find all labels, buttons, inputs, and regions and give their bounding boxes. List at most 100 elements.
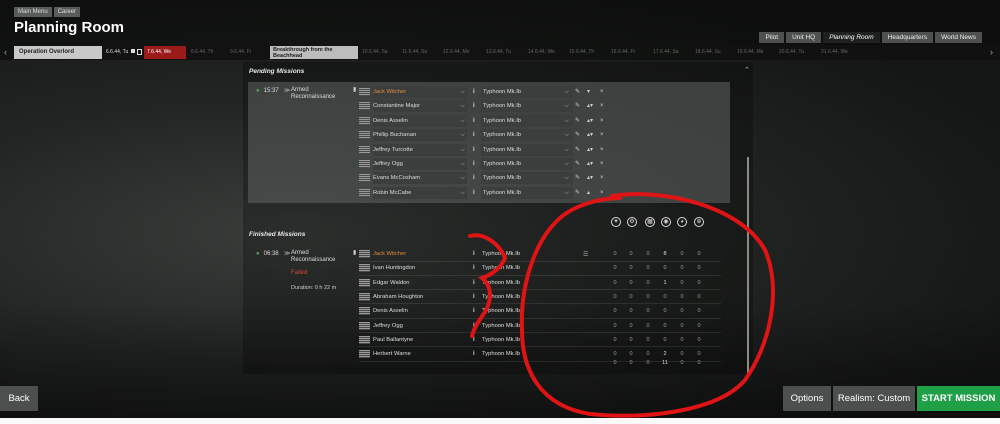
bookmark-icon[interactable]: ▮ bbox=[353, 86, 356, 93]
scroll-up-icon[interactable]: ⌃ bbox=[744, 66, 750, 74]
reorder-icon[interactable]: ▴▾ bbox=[587, 172, 593, 184]
close-icon[interactable]: × bbox=[600, 144, 604, 156]
timeline-date[interactable]: 8.6.44, Th bbox=[191, 45, 213, 60]
close-icon[interactable]: × bbox=[600, 187, 604, 199]
info-icon[interactable]: i bbox=[473, 320, 475, 332]
close-icon[interactable]: × bbox=[600, 172, 604, 184]
bookmark-icon[interactable]: ▮ bbox=[353, 249, 356, 256]
plane-select[interactable]: Typhoon Mk.Ib bbox=[481, 86, 573, 98]
edit-icon[interactable]: ✎ bbox=[575, 187, 580, 199]
info-icon[interactable]: i bbox=[473, 248, 475, 260]
chevron-down-icon[interactable]: ⌵ bbox=[562, 172, 571, 184]
tab-planning-room[interactable]: Planning Room bbox=[823, 32, 880, 43]
plane-select[interactable]: Typhoon Mk.Ib bbox=[481, 143, 573, 156]
pilot-name-select[interactable]: Phillip Buchanan bbox=[373, 129, 467, 142]
scrollbar-thumb[interactable] bbox=[747, 157, 749, 373]
edit-icon[interactable]: ✎ bbox=[575, 158, 580, 170]
start-mission-button[interactable]: START MISSION bbox=[917, 386, 1000, 411]
timeline-date[interactable]: 18.6.44, Su bbox=[695, 45, 721, 60]
pilot-name-select[interactable]: Robin McCabe bbox=[373, 186, 467, 199]
timeline-date[interactable]: 21.6.44, We bbox=[821, 45, 848, 60]
info-icon[interactable]: i bbox=[473, 277, 475, 289]
info-icon[interactable]: i bbox=[473, 172, 475, 184]
chevron-down-icon[interactable]: ⌵ bbox=[562, 158, 571, 170]
timeline-date[interactable]: 17.6.44, Sa bbox=[653, 45, 679, 60]
info-icon[interactable]: i bbox=[473, 158, 475, 170]
edit-icon[interactable]: ✎ bbox=[575, 129, 580, 141]
chevron-down-icon[interactable]: ⌵ bbox=[458, 100, 467, 112]
info-icon[interactable]: i bbox=[473, 187, 475, 199]
tab-pilot[interactable]: Pilot bbox=[759, 32, 785, 43]
info-icon[interactable]: i bbox=[473, 291, 475, 303]
close-icon[interactable]: × bbox=[600, 100, 604, 112]
timeline-date[interactable]: 10.6.44, Sa bbox=[362, 45, 388, 60]
reorder-icon[interactable]: ▴ bbox=[587, 187, 590, 199]
chevron-down-icon[interactable]: ⌵ bbox=[458, 172, 467, 184]
chevron-down-icon[interactable]: ⌵ bbox=[562, 144, 571, 156]
timeline-right-arrow-icon[interactable]: › bbox=[990, 47, 993, 57]
pilot-name-select[interactable]: Jeffrey Turcotte bbox=[373, 143, 467, 156]
info-icon[interactable]: i bbox=[473, 129, 475, 141]
timeline-date[interactable]: 9.6.44, Fr bbox=[230, 45, 251, 60]
reorder-icon[interactable]: ▾ bbox=[587, 86, 590, 98]
timeline-operation-breakthrough[interactable]: Breakthrough from the Beachhead bbox=[270, 46, 358, 59]
edit-icon[interactable]: ✎ bbox=[575, 144, 580, 156]
edit-icon[interactable]: ✎ bbox=[575, 115, 580, 127]
tab-headquarters[interactable]: Headquarters bbox=[881, 32, 934, 43]
plane-select[interactable]: Typhoon Mk.Ib bbox=[481, 172, 573, 185]
tab-world-news[interactable]: World News bbox=[935, 32, 982, 43]
reorder-icon[interactable]: ▴▾ bbox=[587, 115, 593, 127]
close-icon[interactable]: × bbox=[600, 129, 604, 141]
timeline-left-arrow-icon[interactable]: ‹ bbox=[4, 47, 7, 57]
chevron-down-icon[interactable]: ⌵ bbox=[458, 158, 467, 170]
reorder-icon[interactable]: ▴▾ bbox=[587, 129, 593, 141]
realism-button[interactable]: Realism: Custom bbox=[833, 386, 915, 411]
tab-unit-hq[interactable]: Unit HQ bbox=[786, 32, 822, 43]
timeline-operation-overlord[interactable]: Operation Overlord bbox=[14, 46, 102, 59]
timeline-date[interactable]: 6.6.44, Tu bbox=[106, 45, 128, 60]
timeline-date-current[interactable]: 7.6.44, We bbox=[144, 46, 186, 59]
chevron-down-icon[interactable]: ⌵ bbox=[562, 187, 571, 199]
close-icon[interactable]: × bbox=[600, 158, 604, 170]
chevron-down-icon[interactable]: ⌵ bbox=[458, 129, 467, 141]
info-icon[interactable]: i bbox=[473, 305, 475, 317]
reorder-icon[interactable]: ▴▾ bbox=[587, 100, 593, 112]
info-icon[interactable]: i bbox=[473, 86, 475, 98]
chevron-down-icon[interactable]: ⌵ bbox=[458, 115, 467, 127]
info-icon[interactable]: i bbox=[473, 115, 475, 127]
chevron-down-icon[interactable]: ⌵ bbox=[562, 86, 571, 98]
close-icon[interactable]: × bbox=[600, 115, 604, 127]
chevron-down-icon[interactable]: ⌵ bbox=[458, 187, 467, 199]
info-icon[interactable]: i bbox=[473, 262, 475, 274]
pilot-name-select[interactable]: Denis Asselin bbox=[373, 114, 467, 127]
close-icon[interactable]: × bbox=[600, 86, 604, 98]
edit-icon[interactable]: ✎ bbox=[575, 172, 580, 184]
info-icon[interactable]: i bbox=[473, 100, 475, 112]
timeline-date[interactable]: 16.6.44, Fr bbox=[611, 45, 635, 60]
plane-select[interactable]: Typhoon Mk.Ib bbox=[481, 158, 573, 170]
plane-select[interactable]: Typhoon Mk.Ib bbox=[481, 114, 573, 127]
timeline-date[interactable]: 14.6.44, We bbox=[528, 45, 555, 60]
breadcrumb-career[interactable]: Career bbox=[53, 7, 81, 17]
chevron-down-icon[interactable]: ⌵ bbox=[458, 144, 467, 156]
timeline-date[interactable]: 12.6.44, Mo bbox=[443, 45, 469, 60]
plane-select[interactable]: Typhoon Mk.Ib bbox=[481, 129, 573, 142]
options-button[interactable]: Options bbox=[783, 386, 831, 411]
pilot-name-select[interactable]: Jack Witcher bbox=[373, 86, 467, 98]
edit-icon[interactable]: ✎ bbox=[575, 100, 580, 112]
timeline-date[interactable]: 11.6.44, Su bbox=[402, 45, 427, 60]
pilot-name-select[interactable]: Evans McCosham bbox=[373, 172, 467, 185]
breadcrumb-main-menu[interactable]: Main Menu bbox=[14, 7, 52, 17]
timeline-date[interactable]: 13.6.44, Tu bbox=[486, 45, 511, 60]
timeline-date[interactable]: 20.6.44, Tu bbox=[779, 45, 804, 60]
back-button[interactable]: Back bbox=[0, 386, 38, 411]
timeline-date[interactable]: 19.6.44, Mo bbox=[737, 45, 763, 60]
info-icon[interactable]: i bbox=[473, 144, 475, 156]
reorder-icon[interactable]: ▴▾ bbox=[587, 158, 593, 170]
chevron-down-icon[interactable]: ⌵ bbox=[562, 115, 571, 127]
plane-select[interactable]: Typhoon Mk.Ib bbox=[481, 100, 573, 113]
chevron-down-icon[interactable]: ⌵ bbox=[562, 100, 571, 112]
info-icon[interactable]: i bbox=[473, 334, 475, 346]
chevron-down-icon[interactable]: ⌵ bbox=[458, 86, 467, 98]
info-icon[interactable]: i bbox=[473, 348, 475, 360]
